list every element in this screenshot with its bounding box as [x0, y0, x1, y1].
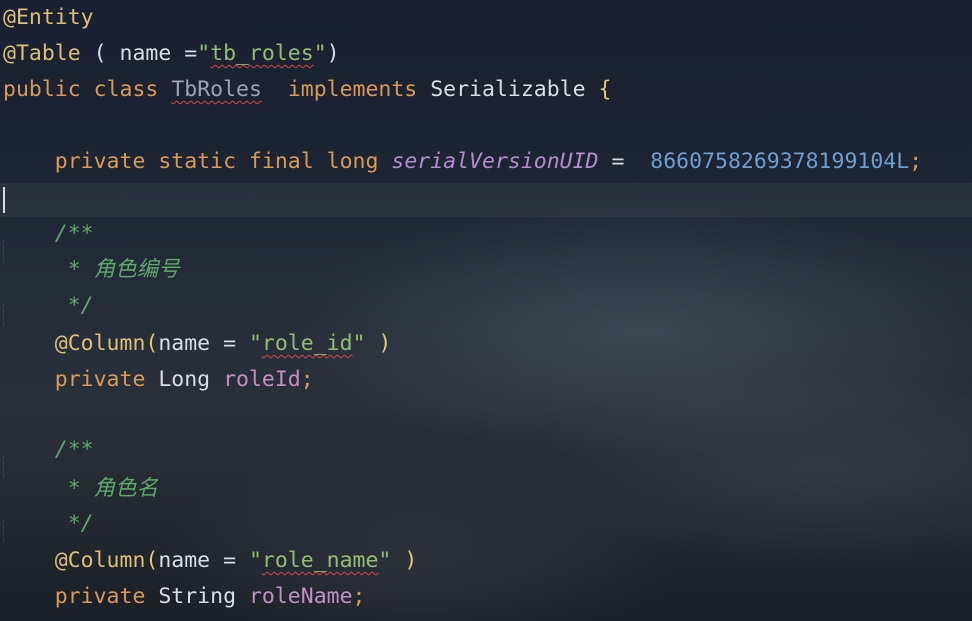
equals: =	[210, 331, 249, 356]
quote: "	[378, 548, 392, 573]
final-keyword: final	[248, 149, 314, 174]
semicolon: ;	[352, 584, 366, 609]
type-name: String	[158, 584, 237, 609]
code-line-table-annotation[interactable]: @Table ( name ="tb_roles")	[3, 37, 340, 71]
javadoc-close[interactable]: */	[3, 507, 94, 541]
code-line-column-role-id[interactable]: @Column(name = "role_id" )	[3, 327, 392, 361]
code-line-class-declaration[interactable]: public class TbRoles implements Serializ…	[3, 73, 611, 107]
javadoc-open[interactable]: /**	[3, 217, 94, 251]
comment-open: /**	[54, 437, 94, 462]
long-keyword: long	[326, 149, 379, 174]
column-name-string: role_name	[261, 548, 379, 573]
semicolon: ;	[300, 367, 314, 392]
javadoc-open[interactable]: /**	[3, 433, 94, 467]
private-keyword: private	[54, 149, 146, 174]
quote: "	[248, 331, 262, 356]
entity-annotation: @Entity	[3, 5, 94, 30]
attr-name: name	[119, 41, 172, 66]
comment-open: /**	[54, 221, 94, 246]
close-paren: )	[391, 548, 418, 573]
code-editor[interactable]: @Entity @Table ( name ="tb_roles") publi…	[0, 0, 972, 621]
field-name: roleId	[223, 367, 301, 392]
semicolon: ;	[909, 149, 923, 174]
table-name-string: tb_roles	[210, 41, 314, 66]
code-line-serial-version[interactable]: private static final long serialVersionU…	[3, 145, 922, 179]
code-line-entity-annotation[interactable]: @Entity	[3, 1, 94, 35]
quote: "	[197, 41, 211, 66]
javadoc-close[interactable]: */	[3, 289, 94, 323]
open-brace: {	[598, 77, 612, 102]
comment-text: * 角色名	[54, 476, 159, 501]
open-paren: (	[80, 41, 120, 66]
class-name: TbRoles	[171, 77, 262, 102]
type-name: Long	[158, 367, 211, 392]
equals: =	[598, 149, 651, 174]
serial-field-name: serialVersionUID	[391, 149, 599, 174]
private-keyword: private	[54, 584, 146, 609]
comment-text: * 角色编号	[54, 257, 180, 282]
public-keyword: public	[3, 77, 81, 102]
table-annotation: @Table	[3, 41, 81, 66]
column-annotation: @Column	[54, 548, 146, 573]
current-line-highlight	[0, 183, 972, 217]
attr-name: name	[158, 548, 211, 573]
open-paren: (	[145, 331, 159, 356]
comment-close: */	[54, 511, 94, 536]
column-annotation: @Column	[54, 331, 146, 356]
private-keyword: private	[54, 367, 146, 392]
code-line-role-name-field[interactable]: private String roleName;	[3, 580, 366, 614]
field-name: roleName	[248, 584, 353, 609]
equals: =	[171, 41, 198, 66]
quote: "	[248, 548, 262, 573]
close-paren: )	[326, 41, 340, 66]
javadoc-text[interactable]: * 角色名	[3, 472, 158, 506]
code-line-role-id-field[interactable]: private Long roleId;	[3, 363, 314, 397]
column-name-string: role_id	[261, 331, 353, 356]
comment-close: */	[54, 293, 94, 318]
implements-keyword: implements	[287, 77, 418, 102]
open-paren: (	[145, 548, 159, 573]
equals: =	[210, 548, 249, 573]
interface-name: Serializable	[430, 77, 586, 102]
static-keyword: static	[158, 149, 237, 174]
quote: "	[313, 41, 327, 66]
code-line-column-role-name[interactable]: @Column(name = "role_name" )	[3, 544, 417, 578]
close-paren: )	[365, 331, 392, 356]
serial-number: 8660758269378199104L	[650, 149, 910, 174]
class-keyword: class	[93, 77, 159, 102]
javadoc-text[interactable]: * 角色编号	[3, 253, 180, 287]
quote: "	[352, 331, 366, 356]
text-caret	[3, 187, 5, 213]
attr-name: name	[158, 331, 211, 356]
